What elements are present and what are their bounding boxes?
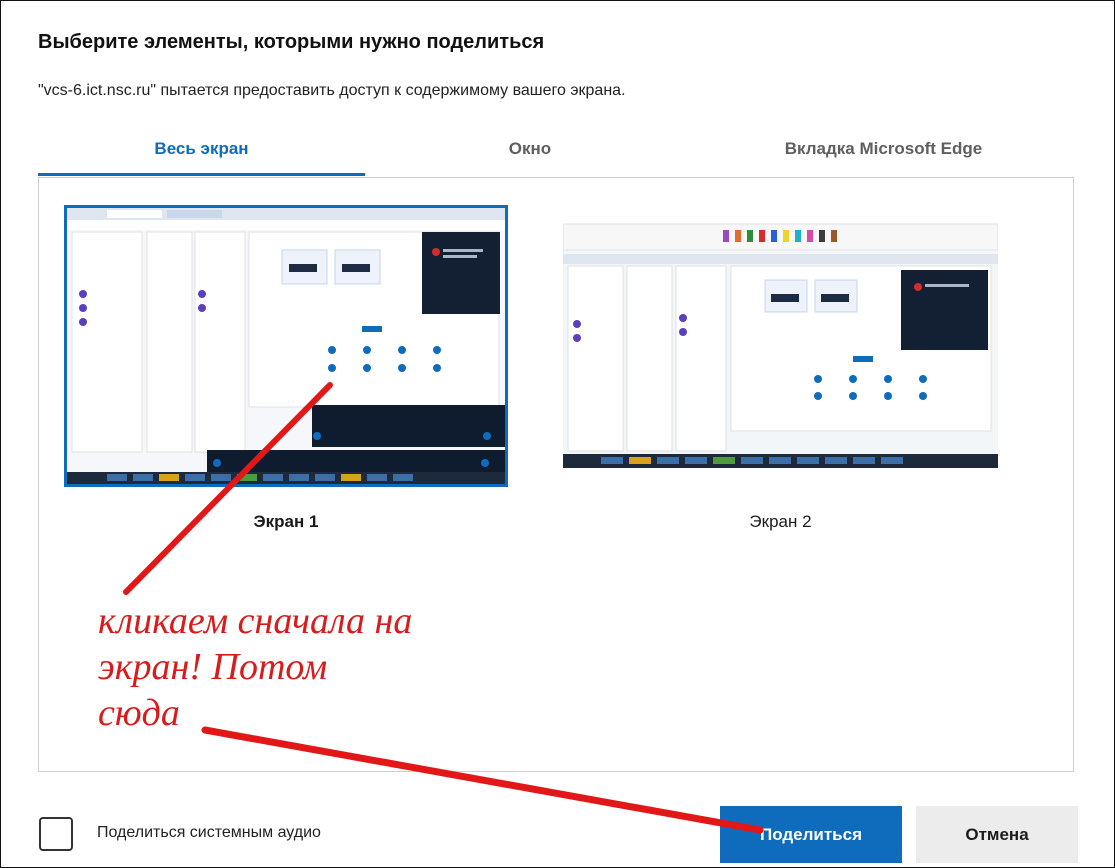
tab-entire-screen[interactable]: Весь экран	[38, 123, 365, 175]
tab-edge-tab[interactable]: Вкладка Microsoft Edge	[695, 123, 1072, 175]
active-tab-indicator	[38, 173, 365, 176]
share-dialog: Выберите элементы, которыми нужно подели…	[0, 0, 1115, 868]
screen-1-card[interactable]: Экран 1	[64, 205, 514, 535]
screen-2-label: Экран 2	[749, 512, 812, 531]
tab-window[interactable]: Окно	[365, 123, 695, 175]
dialog-subtitle: "vcs-6.ict.nsc.ru" пытается предоставить…	[38, 82, 626, 99]
share-button[interactable]: Поделиться	[720, 806, 902, 863]
screen-2-card[interactable]: Экран 2	[563, 214, 1008, 534]
cancel-button[interactable]: Отмена	[916, 806, 1078, 863]
screen-2-preview[interactable]	[563, 214, 998, 468]
screen-1-label: Экран 1	[253, 512, 319, 531]
annotation-text: кликаем сначала на экран! Потом сюда	[98, 600, 413, 734]
system-audio-checkbox[interactable]	[39, 817, 73, 851]
screen-1-preview[interactable]	[64, 205, 508, 487]
screen-1-miniature	[67, 208, 505, 484]
dialog-title: Выберите элементы, которыми нужно подели…	[38, 31, 545, 53]
screen-2-miniature	[563, 214, 998, 468]
tab-bar: Весь экран Окно Вкладка Microsoft Edge	[38, 123, 1072, 177]
system-audio-label: Поделиться системным аудио	[97, 824, 321, 841]
